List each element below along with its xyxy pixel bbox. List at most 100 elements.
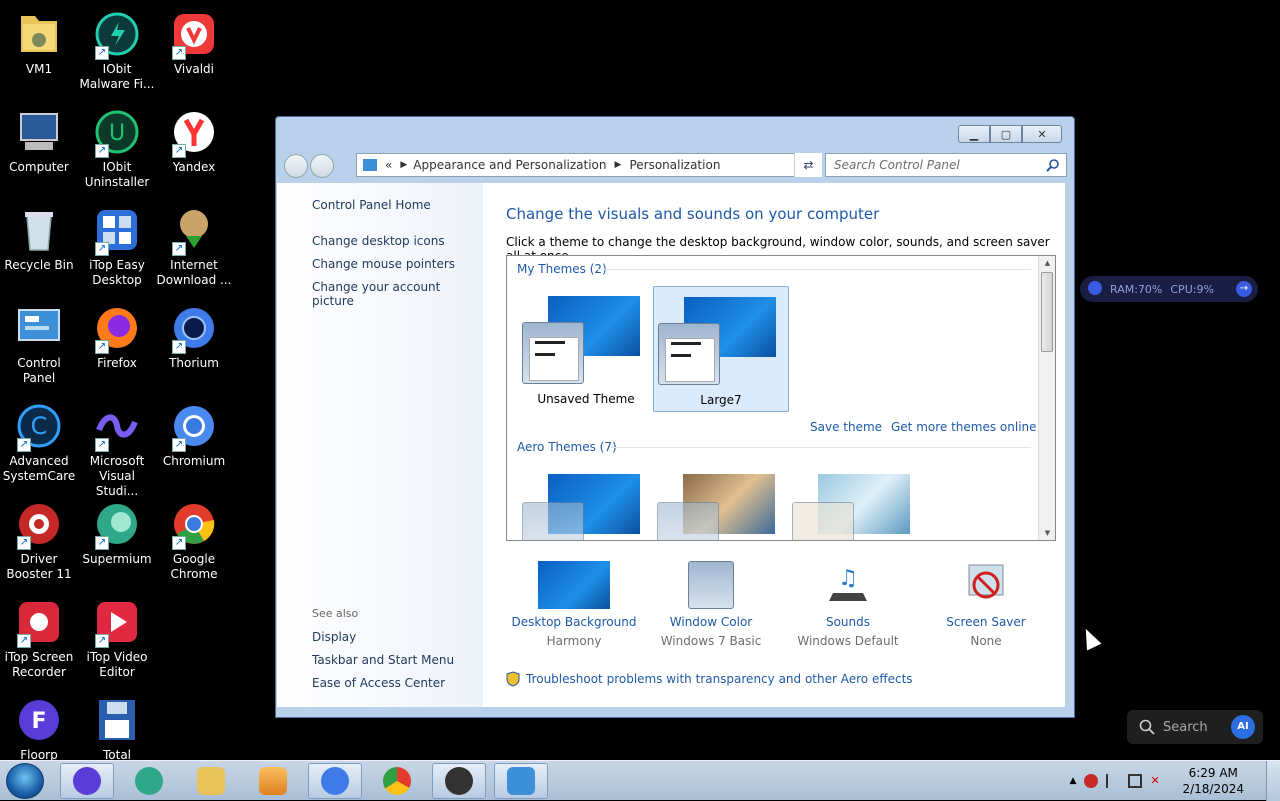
desktop-icon-supermium[interactable]: ↗ Supermium — [78, 500, 156, 567]
desktop-icon-label: Supermium — [82, 552, 152, 566]
breadcrumb-personalization[interactable]: Personalization — [629, 158, 720, 172]
desktop-icon-control-panel[interactable]: Control Panel — [0, 304, 78, 386]
desktop-icon-yandex[interactable]: ↗ Yandex — [155, 108, 233, 175]
breadcrumb-appearance[interactable]: Appearance and Personalization — [413, 158, 606, 172]
desktop-icon-label: Recycle Bin — [4, 258, 74, 272]
window-color-setting[interactable]: Window Color Windows 7 Basic — [643, 561, 779, 648]
desktop-icon-thorium[interactable]: ↗ Thorium — [155, 304, 233, 371]
change-mouse-pointers-link[interactable]: Change mouse pointers — [312, 257, 455, 271]
desktop-icon-recycle-bin[interactable]: Recycle Bin — [0, 206, 78, 273]
personalization-window: ▁ ▢ ✕ « ▶ Appearance and Personalization… — [275, 116, 1075, 718]
search-icon — [1139, 719, 1155, 735]
refresh-button[interactable]: ⇄ — [794, 153, 822, 177]
desktop-icon-firefox[interactable]: ↗ Firefox — [78, 304, 156, 371]
taskbar-supermium[interactable] — [122, 763, 176, 799]
theme-tile-large7[interactable]: Large7 — [653, 286, 789, 412]
shortcut-arrow-icon: ↗ — [172, 536, 186, 550]
desktop-icon-vivaldi[interactable]: ↗ Vivaldi — [155, 10, 233, 77]
arrow-right-icon[interactable]: → — [1236, 281, 1252, 297]
get-more-themes-link[interactable]: Get more themes online — [891, 420, 1037, 434]
desktop-icon-label: Internet Download ... — [156, 258, 232, 287]
taskbar-control-panel[interactable] — [494, 763, 548, 799]
desktop-icon-itop-easy-desktop[interactable]: ↗ iTop Easy Desktop — [78, 206, 156, 288]
desktop-icon-internet-download-manager[interactable]: ↗ Internet Download ... — [155, 206, 233, 288]
volume-muted-icon[interactable]: ✕ — [1150, 774, 1164, 788]
theme-list-scrollbar[interactable]: ▲ ▼ — [1038, 256, 1055, 540]
desktop-icon-google-chrome[interactable]: ↗ Google Chrome — [155, 500, 233, 582]
aero-theme-tile[interactable] — [518, 464, 654, 540]
taskbar-media-player[interactable] — [246, 763, 300, 799]
driver-booster-icon: ↗ — [15, 500, 63, 550]
resource-monitor-widget[interactable]: RAM:70% CPU:9% → — [1080, 276, 1258, 302]
shortcut-arrow-icon: ↗ — [172, 242, 186, 256]
show-hidden-icons-icon[interactable]: ▲ — [1070, 776, 1077, 786]
desktop-icon-iobit-uninstaller[interactable]: U ↗ IObit Uninstaller — [78, 108, 156, 190]
desktop-icon-label: Driver Booster 11 — [6, 552, 72, 581]
search-icon[interactable] — [1046, 158, 1060, 172]
screen-saver-setting[interactable]: Screen Saver None — [918, 561, 1054, 648]
taskbar-thorium[interactable] — [308, 763, 362, 799]
window-preview-icon — [522, 322, 584, 384]
scroll-up-icon[interactable]: ▲ — [1039, 256, 1055, 270]
maximize-button[interactable]: ▢ — [990, 125, 1022, 143]
forward-button[interactable] — [310, 154, 334, 178]
search-box[interactable]: Search Control Panel — [825, 153, 1067, 177]
taskbar-p-app[interactable] — [432, 763, 486, 799]
show-desktop-button[interactable] — [1266, 761, 1280, 801]
taskbar-search[interactable]: Search AI — [1127, 710, 1263, 744]
scroll-down-icon[interactable]: ▼ — [1039, 526, 1055, 540]
aero-theme-tile[interactable] — [653, 464, 789, 540]
scroll-thumb[interactable] — [1041, 272, 1053, 352]
shortcut-arrow-icon: ↗ — [172, 438, 186, 452]
taskbar-explorer[interactable] — [184, 763, 238, 799]
taskbar-start-menu-link[interactable]: Taskbar and Start Menu — [312, 653, 454, 667]
network-icon[interactable] — [1128, 774, 1143, 788]
taskbar-search-input[interactable]: Search — [1163, 720, 1208, 735]
desktop-icon-visual-studio[interactable]: ↗ Microsoft Visual Studi... — [78, 402, 156, 499]
aero-theme-tile[interactable] — [788, 464, 924, 540]
desktop-icon-total[interactable]: Total — [78, 696, 156, 763]
desktop-icon-floorp[interactable]: F Floorp — [0, 696, 78, 763]
desktop-icon-vm1[interactable]: VM1 — [0, 10, 78, 77]
desktop-icon-itop-video-editor[interactable]: ↗ iTop Video Editor — [78, 598, 156, 680]
desktop-icon-itop-screen-recorder[interactable]: ↗ iTop Screen Recorder — [0, 598, 78, 680]
search-input[interactable]: Search Control Panel — [834, 158, 960, 172]
minimize-button[interactable]: ▁ — [958, 125, 990, 143]
change-account-picture-link[interactable]: Change your account picture — [312, 280, 483, 308]
vivaldi-icon: ↗ — [170, 10, 218, 60]
desktop-icon-advanced-systemcare[interactable]: C ↗ Advanced SystemCare — [0, 402, 78, 484]
address-root[interactable]: « — [385, 158, 392, 172]
troubleshoot-link[interactable]: Troubleshoot problems with transparency … — [506, 671, 913, 687]
desktop-icon-iobit-malware-fighter[interactable]: ↗ IObit Malware Fi... — [78, 10, 156, 92]
display-link[interactable]: Display — [312, 630, 356, 644]
folder-icon — [15, 10, 63, 58]
ease-of-access-link[interactable]: Ease of Access Center — [312, 676, 445, 690]
troubleshoot-text[interactable]: Troubleshoot problems with transparency … — [526, 672, 913, 686]
taskbar-chrome[interactable] — [370, 763, 424, 799]
start-button[interactable] — [6, 763, 44, 799]
advanced-systemcare-icon: C ↗ — [15, 402, 63, 452]
address-bar[interactable]: « ▶ Appearance and Personalization ▶ Per… — [356, 153, 822, 177]
clock[interactable]: 6:29 AM 2/18/2024 — [1182, 765, 1244, 797]
theme-tile-unsaved[interactable]: Unsaved Theme — [518, 286, 654, 412]
desktop-icon-driver-booster[interactable]: ↗ Driver Booster 11 — [0, 500, 78, 582]
security-icon[interactable] — [1084, 774, 1099, 788]
change-desktop-icons-link[interactable]: Change desktop icons — [312, 234, 445, 248]
desktop-background-setting[interactable]: Desktop Background Harmony — [506, 561, 642, 648]
rocket-icon — [1088, 281, 1102, 295]
ai-assistant-button[interactable]: AI — [1231, 715, 1255, 739]
save-theme-link[interactable]: Save theme — [810, 420, 882, 434]
action-center-flag-icon[interactable] — [1106, 774, 1121, 788]
control-panel-home-link[interactable]: Control Panel Home — [312, 198, 431, 212]
refresh-icon: ⇄ — [803, 158, 814, 172]
desktop-icon-chromium[interactable]: ↗ Chromium — [155, 402, 233, 469]
setting-value: Harmony — [546, 634, 602, 648]
chevron-right-icon: ▶ — [614, 160, 622, 170]
page-title: Change the visuals and sounds on your co… — [506, 205, 880, 223]
back-button[interactable] — [284, 154, 308, 178]
clock-time: 6:29 AM — [1188, 766, 1238, 780]
sounds-setting[interactable]: ♫ Sounds Windows Default — [780, 561, 916, 648]
desktop-icon-computer[interactable]: Computer — [0, 108, 78, 175]
taskbar-floorp[interactable] — [60, 763, 114, 799]
close-button[interactable]: ✕ — [1022, 125, 1062, 143]
